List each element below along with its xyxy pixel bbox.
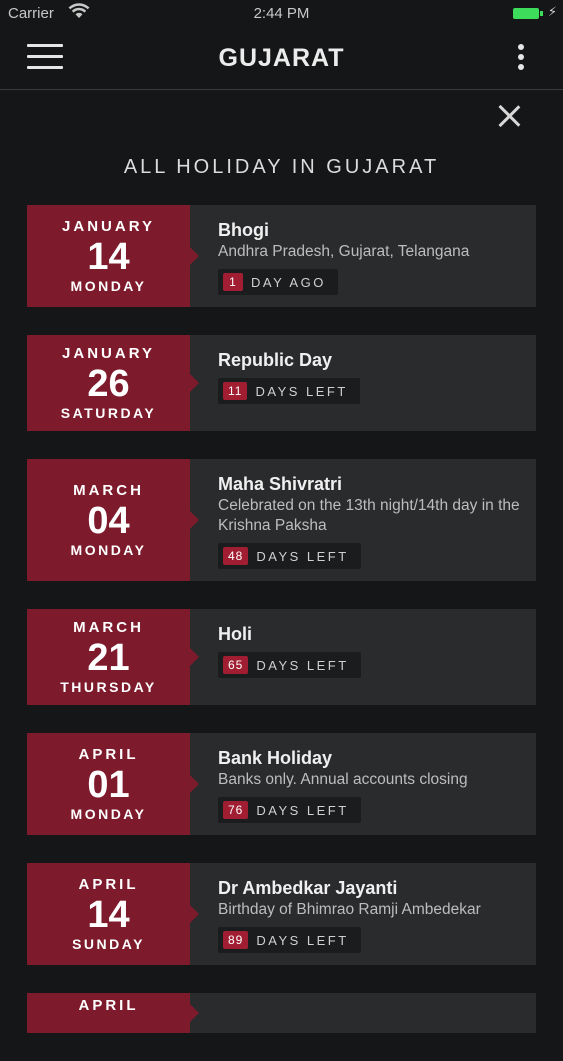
date-box: APRIL 01 MONDAY [27, 733, 199, 835]
holiday-month: JANUARY [62, 344, 155, 362]
holiday-card[interactable]: JANUARY 26 SATURDAY Republic Day 11 DAYS LEFT [27, 335, 536, 431]
date-box: MARCH 04 MONDAY [27, 459, 199, 581]
holiday-info: Maha Shivratri Celebrated on the 13th nig… [190, 459, 536, 581]
holiday-description: Celebrated on the 13th night/14th day in… [218, 497, 520, 534]
battery-nub [540, 11, 543, 16]
more-options-icon[interactable] [517, 44, 525, 72]
holiday-day: 21 [87, 636, 130, 679]
section-title: ALL HOLIDAY IN GUJARAT [123, 156, 440, 178]
holiday-day: 26 [87, 362, 130, 405]
holiday-card[interactable]: APRIL [27, 993, 536, 1033]
app-bar: GUJARAT [0, 28, 563, 90]
holiday-weekday: MONDAY [70, 805, 147, 822]
countdown-badge: 89 DAYS LEFT [218, 927, 361, 953]
holiday-day: 01 [87, 763, 130, 806]
holiday-day: 14 [87, 235, 130, 278]
battery-icon [513, 8, 539, 19]
countdown-badge: 1 DAY AGO [218, 269, 338, 295]
countdown-label: DAYS LEFT [256, 657, 349, 673]
holiday-info [190, 993, 536, 1033]
holiday-info: Bank Holiday Banks only. Annual accounts … [190, 733, 536, 835]
holiday-weekday: SATURDAY [60, 404, 157, 421]
holiday-month: MARCH [73, 618, 144, 636]
holiday-card[interactable]: APRIL 14 SUNDAY Dr Ambedkar Jayanti Birthday… [27, 863, 536, 965]
holiday-name: Republic Day [218, 350, 333, 370]
countdown-badge: 76 DAYS LEFT [218, 797, 361, 823]
countdown-badge: 48 DAYS LEFT [218, 543, 361, 569]
countdown-number: 89 [223, 931, 249, 949]
holiday-info: Bhogi Andhra Pradesh, Gujarat, Telangana 1… [190, 205, 536, 307]
holiday-card[interactable]: JANUARY 14 MONDAY Bhogi Andhra Pradesh, Guja… [27, 205, 536, 307]
holiday-name: Holi [218, 624, 252, 644]
countdown-number: 65 [223, 656, 249, 674]
holiday-weekday: SUNDAY [72, 935, 145, 952]
holiday-weekday: THURSDAY [60, 678, 157, 695]
holiday-card[interactable]: MARCH 04 MONDAY Maha Shivratri Celebrated on… [27, 459, 536, 581]
countdown-label: DAYS LEFT [256, 548, 349, 564]
countdown-number: 1 [223, 273, 243, 291]
holiday-info: Republic Day 11 DAYS LEFT [190, 335, 536, 431]
holiday-weekday: MONDAY [70, 541, 147, 558]
countdown-number: 48 [223, 547, 249, 565]
clock: 2:44 PM [253, 5, 310, 22]
holiday-description: Andhra Pradesh, Gujarat, Telangana [218, 243, 470, 260]
countdown-label: DAY AGO [251, 274, 326, 290]
close-icon[interactable] [497, 104, 521, 128]
holiday-description: Banks only. Annual accounts closing [218, 771, 468, 788]
date-box: APRIL 14 SUNDAY [27, 863, 199, 965]
holiday-description: Birthday of Bhimrao Ramji Ambedekar [218, 901, 481, 918]
page-title: GUJARAT [218, 44, 345, 72]
holiday-day: 04 [87, 499, 130, 542]
holiday-month: APRIL [78, 875, 139, 893]
holiday-info: Holi 65 DAYS LEFT [190, 609, 536, 705]
holiday-info: Dr Ambedkar Jayanti Birthday of Bhimrao R… [190, 863, 536, 965]
countdown-label: DAYS LEFT [256, 932, 349, 948]
status-bar: Carrier 2:44 PM ⚡ [0, 0, 563, 28]
holiday-month: MARCH [73, 481, 144, 499]
holiday-day: 14 [87, 893, 130, 936]
date-box: JANUARY 26 SATURDAY [27, 335, 199, 431]
holiday-name: Bank Holiday [218, 748, 333, 768]
holiday-card[interactable]: MARCH 21 THURSDAY Holi 65 DAYS LEFT [27, 609, 536, 705]
countdown-badge: 11 DAYS LEFT [218, 378, 360, 404]
holiday-name: Maha Shivratri [218, 474, 343, 494]
holiday-card[interactable]: APRIL 01 MONDAY Bank Holiday Banks only. Ann… [27, 733, 536, 835]
holiday-month: APRIL [78, 745, 139, 763]
charging-icon: ⚡ [547, 4, 557, 19]
holiday-name: Dr Ambedkar Jayanti [218, 878, 398, 898]
holiday-weekday: MONDAY [70, 277, 147, 294]
countdown-number: 76 [223, 801, 249, 819]
countdown-label: DAYS LEFT [255, 383, 348, 399]
countdown-badge: 65 DAYS LEFT [218, 652, 361, 678]
date-box: APRIL [27, 993, 199, 1033]
date-box: JANUARY 14 MONDAY [27, 205, 199, 307]
holiday-name: Bhogi [218, 220, 269, 240]
holiday-list: JANUARY 14 MONDAY Bhogi Andhra Pradesh, Guja… [27, 205, 536, 1061]
countdown-number: 11 [223, 382, 248, 400]
countdown-label: DAYS LEFT [256, 802, 349, 818]
holiday-month: JANUARY [62, 217, 155, 235]
date-box: MARCH 21 THURSDAY [27, 609, 199, 705]
